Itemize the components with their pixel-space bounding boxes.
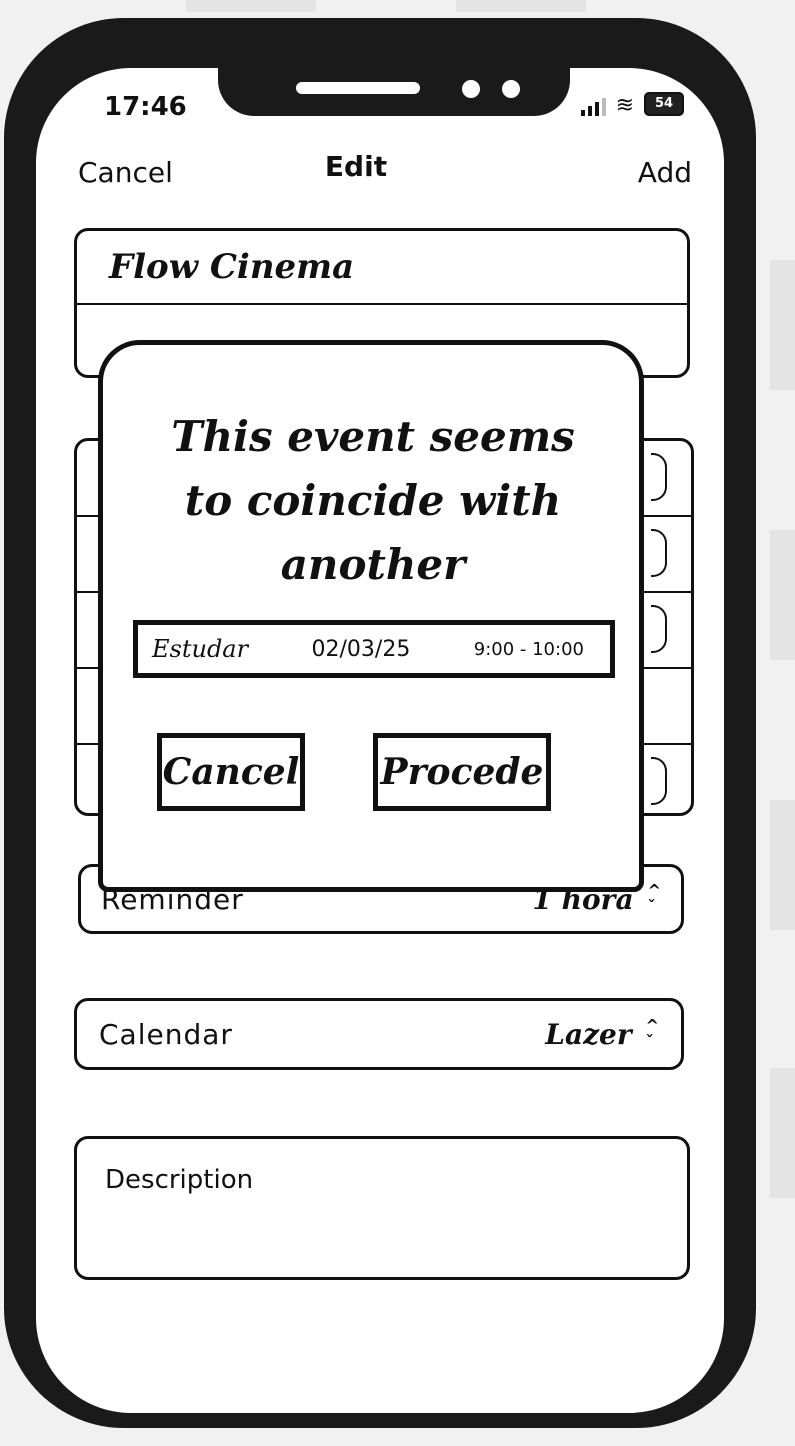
phone-frame: 17:46 ≋ 54 Cancel Edit Add Flow Cinema R…: [4, 18, 756, 1428]
description-placeholder: Description: [105, 1165, 254, 1195]
wifi-icon: ≋: [615, 93, 634, 118]
status-icons: ≋ 54: [580, 92, 684, 118]
camera-dot: [502, 80, 520, 98]
conflict-dialog: This event seems to coincide with anothe…: [98, 340, 644, 892]
end-picker[interactable]: [651, 605, 667, 653]
travel-picker[interactable]: [651, 757, 667, 805]
dialog-cancel-button[interactable]: Cancel: [157, 733, 305, 811]
start-picker[interactable]: [651, 529, 667, 577]
toggle[interactable]: [651, 453, 667, 501]
camera-dot: [462, 80, 480, 98]
add-button[interactable]: Add: [638, 156, 692, 189]
battery-icon: 54: [644, 92, 684, 116]
conflict-event-date: 02/03/25: [311, 636, 411, 662]
chevron-up-down-icon[interactable]: ^ ˇ: [646, 1018, 659, 1050]
conflict-event-time: 9:00 - 10:00: [473, 638, 584, 660]
conflict-event-name: Estudar: [152, 635, 249, 663]
event-title: Flow Cinema: [109, 247, 355, 287]
calendar-value: Lazer: [545, 1017, 632, 1051]
speaker: [296, 82, 420, 94]
notch: [218, 68, 570, 116]
chevron-up-down-icon[interactable]: ^ ˇ: [648, 883, 661, 915]
calendar-label: Calendar: [99, 1017, 233, 1051]
description-field[interactable]: Description: [74, 1136, 690, 1280]
calendar-row[interactable]: Calendar Lazer ^ ˇ: [74, 998, 684, 1070]
signal-icon: [580, 98, 606, 116]
title-field[interactable]: Flow Cinema: [77, 231, 687, 305]
status-time: 17:46: [104, 92, 187, 122]
conflict-event: Estudar 02/03/25 9:00 - 10:00: [133, 620, 615, 678]
dialog-proceed-button[interactable]: Procede: [373, 733, 551, 811]
phone-screen: 17:46 ≋ 54 Cancel Edit Add Flow Cinema R…: [36, 68, 724, 1413]
dialog-message: This event seems to coincide with anothe…: [171, 412, 575, 589]
page-title: Edit: [324, 150, 388, 183]
